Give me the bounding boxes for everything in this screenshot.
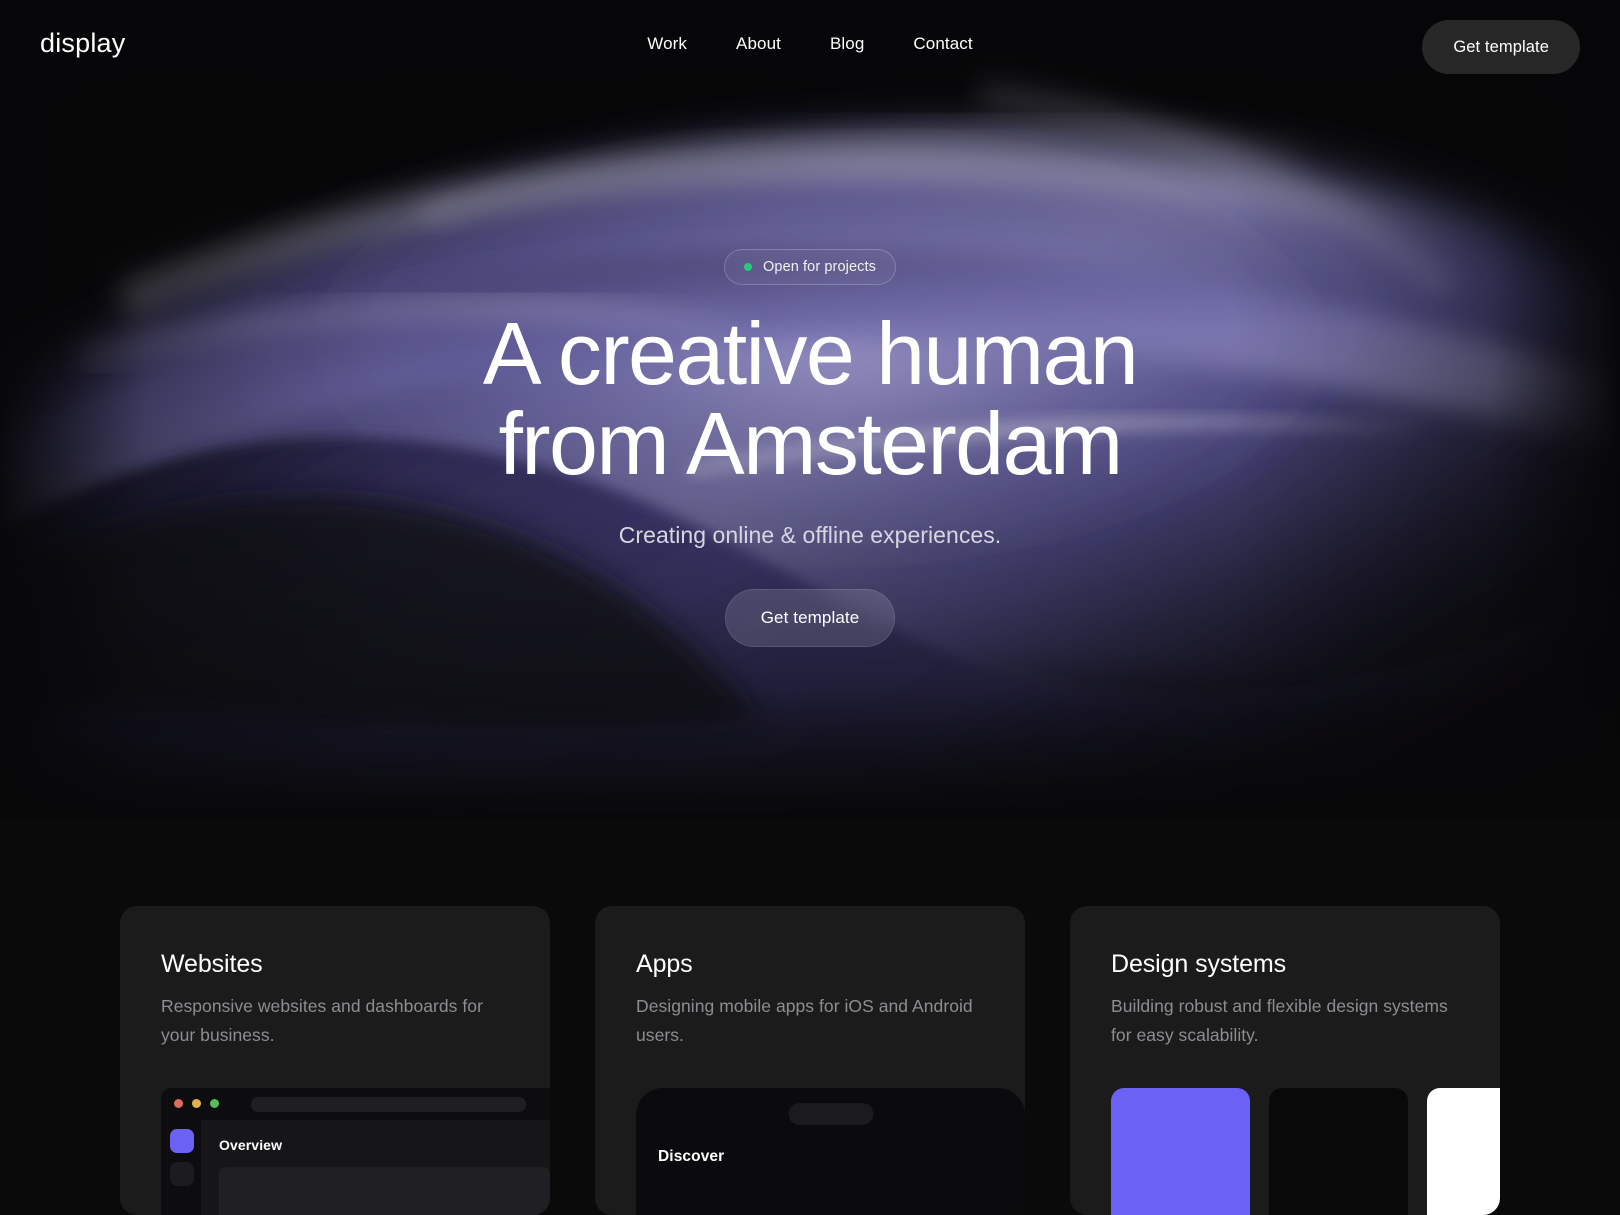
navbar: display Work About Blog Contact Get temp… [0,0,1620,94]
minimize-dot-icon [192,1099,201,1108]
nav-link-about[interactable]: About [736,34,781,54]
card-title: Websites [161,950,263,978]
hero-title-line-2: from Amsterdam [498,393,1123,493]
phone-screen-heading: Discover [658,1148,725,1165]
card-description: Responsive websites and dashboards for y… [161,996,483,1045]
sidebar-item-active-icon [170,1129,194,1153]
nav-link-blog[interactable]: Blog [830,34,864,54]
color-swatch-white [1427,1088,1500,1215]
card-description: Building robust and flexible design syst… [1111,996,1448,1045]
color-swatch-black [1269,1088,1408,1215]
card-title: Design systems [1111,950,1287,978]
browser-titlebar [161,1088,550,1120]
hero-get-template-button[interactable]: Get template [724,588,896,647]
phone-dynamic-island-icon [788,1103,873,1125]
browser-mockup: Overview [161,1088,550,1215]
service-card-design-systems[interactable]: Design systems Building robust and flexi… [1070,906,1500,1215]
hero-title: A creative human from Amsterdam [482,304,1139,493]
hero-subtitle: Creating online & offline experiences. [618,521,1002,548]
service-card-apps[interactable]: Apps Designing mobile apps for iOS and A… [595,906,1025,1215]
status-badge[interactable]: Open for projects [724,249,896,285]
browser-viewport: Overview [161,1120,550,1215]
landing-page: display Work About Blog Contact Get temp… [0,0,1620,1215]
brand-logo[interactable]: display [40,30,125,57]
browser-address-bar [251,1097,526,1112]
services-card-grid: Websites Responsive websites and dashboa… [120,906,1500,1215]
close-dot-icon [174,1099,183,1108]
status-badge-label: Open for projects [763,259,876,275]
card-title: Apps [636,950,693,978]
color-swatch-purple [1111,1088,1250,1215]
browser-main-panel: Overview [201,1120,550,1215]
color-swatch-row [1111,1088,1500,1215]
hero-title-line-1: A creative human [482,304,1139,403]
nav-link-work[interactable]: Work [647,34,687,54]
dashboard-heading: Overview [219,1137,283,1153]
nav-links: Work About Blog Contact [647,34,972,54]
status-dot-icon [744,263,753,271]
card-description: Designing mobile apps for iOS and Androi… [636,996,973,1045]
browser-traffic-lights [174,1099,219,1108]
sidebar-item-icon [170,1162,194,1186]
phone-mockup: Discover [636,1088,1025,1215]
browser-sidebar [161,1120,201,1215]
nav-link-contact[interactable]: Contact [913,34,972,54]
dashboard-content-panel [219,1167,550,1215]
maximize-dot-icon [210,1099,219,1108]
nav-get-template-button[interactable]: Get template [1422,20,1580,74]
service-card-websites[interactable]: Websites Responsive websites and dashboa… [120,906,550,1215]
